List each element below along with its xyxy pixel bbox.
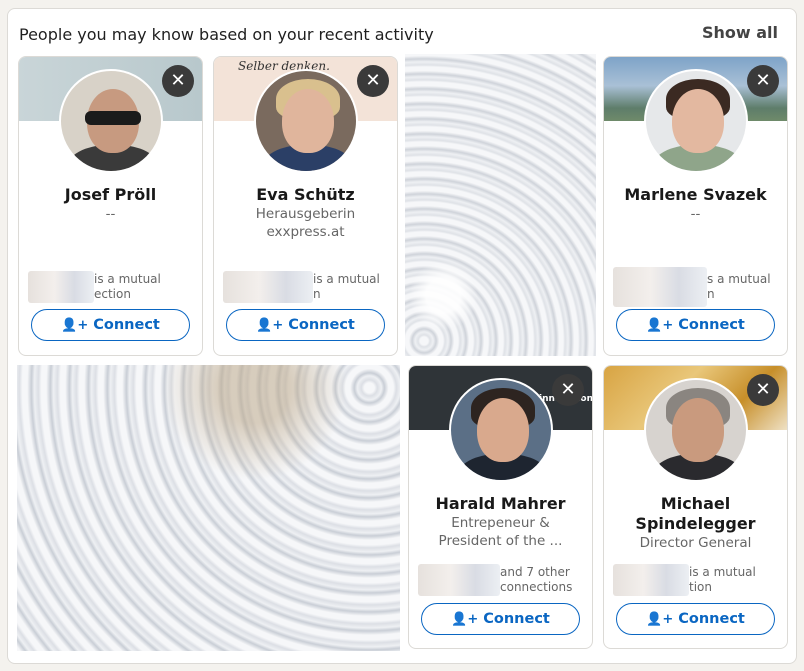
person-add-icon: 👤+ — [61, 318, 89, 333]
person-headline-line2: President of the ... — [438, 533, 563, 549]
mutual-connections: s a mutual n — [613, 267, 783, 307]
mutual-text: s a mutual n — [707, 272, 771, 301]
mutual-connections: and 7 other connections — [418, 564, 588, 596]
person-headline: Director General — [639, 535, 752, 551]
connect-button[interactable]: 👤+ Connect — [616, 603, 775, 635]
close-icon: ✕ — [560, 379, 576, 400]
person-headline: -- — [690, 206, 701, 222]
loading-placeholder-image — [405, 54, 596, 356]
mutual-avatars — [418, 564, 500, 596]
mutual-connections: is a mutual tion — [613, 564, 783, 596]
connect-button[interactable]: 👤+ Connect — [616, 309, 775, 341]
mutual-text: and 7 other connections — [500, 565, 573, 594]
mutual-connections: is a mutual ection — [28, 271, 198, 303]
close-icon: ✕ — [755, 70, 771, 91]
person-name[interactable]: Eva Schütz — [220, 185, 391, 205]
person-headline: Entrepeneur & — [451, 515, 550, 531]
mutual-avatars — [28, 271, 94, 303]
avatar[interactable] — [643, 69, 748, 173]
mutual-text: is a mutual n — [313, 272, 380, 301]
close-icon: ✕ — [365, 70, 381, 91]
avatar[interactable] — [643, 378, 748, 482]
person-add-icon: 👤+ — [646, 612, 674, 627]
person-card-michael-spindelegger: ✕ Michael Spindelegger Director General … — [603, 365, 788, 649]
dismiss-button[interactable]: ✕ — [747, 374, 779, 406]
avatar[interactable] — [58, 69, 163, 173]
mutual-text: is a mutual ection — [94, 272, 161, 301]
close-icon: ✕ — [755, 379, 771, 400]
mutual-text: is a mutual tion — [689, 565, 756, 594]
dismiss-button[interactable]: ✕ — [357, 65, 389, 97]
mutual-avatars — [613, 564, 689, 596]
person-add-icon: 👤+ — [451, 612, 479, 627]
connect-button[interactable]: 👤+ Connect — [31, 309, 190, 341]
person-name[interactable]: Michael Spindelegger — [624, 494, 767, 534]
person-headline: Herausgeberin — [255, 206, 356, 222]
connect-button[interactable]: 👤+ Connect — [226, 309, 385, 341]
connect-button[interactable]: 👤+ Connect — [421, 603, 580, 635]
person-name[interactable]: Josef Pröll — [25, 185, 196, 205]
close-icon: ✕ — [170, 70, 186, 91]
person-card-josef-proell: ✕ Josef Pröll -- is a mutual ection 👤+ Co… — [18, 56, 203, 356]
person-add-icon: 👤+ — [256, 318, 284, 333]
dismiss-button[interactable]: ✕ — [747, 65, 779, 97]
person-card-harald-mahrer: innovationm ✕ Harald Mahrer Entrepeneur … — [408, 365, 593, 649]
people-you-may-know-panel: People you may know based on your recent… — [7, 8, 797, 664]
avatar[interactable] — [253, 69, 358, 173]
person-card-marlene-svazek: ✕ Marlene Svazek -- s a mutual n 👤+ Conne… — [603, 56, 788, 356]
loading-placeholder-image — [17, 365, 400, 651]
person-name[interactable]: Harald Mahrer — [415, 494, 586, 514]
show-all-link[interactable]: Show all — [702, 23, 778, 42]
section-heading: People you may know based on your recent… — [19, 25, 434, 44]
mutual-avatars — [613, 267, 707, 307]
person-add-icon: 👤+ — [646, 318, 674, 333]
mutual-connections: is a mutual n — [223, 271, 393, 303]
dismiss-button[interactable]: ✕ — [162, 65, 194, 97]
person-headline: -- — [105, 206, 116, 222]
mutual-avatars — [223, 271, 313, 303]
avatar[interactable] — [448, 378, 553, 482]
person-headline-line2: exxpress.at — [266, 224, 345, 240]
dismiss-button[interactable]: ✕ — [552, 374, 584, 406]
person-card-eva-schuetz: Selber denken. ✕ Eva Schütz Herausgeberi… — [213, 56, 398, 356]
person-name[interactable]: Marlene Svazek — [610, 185, 781, 205]
